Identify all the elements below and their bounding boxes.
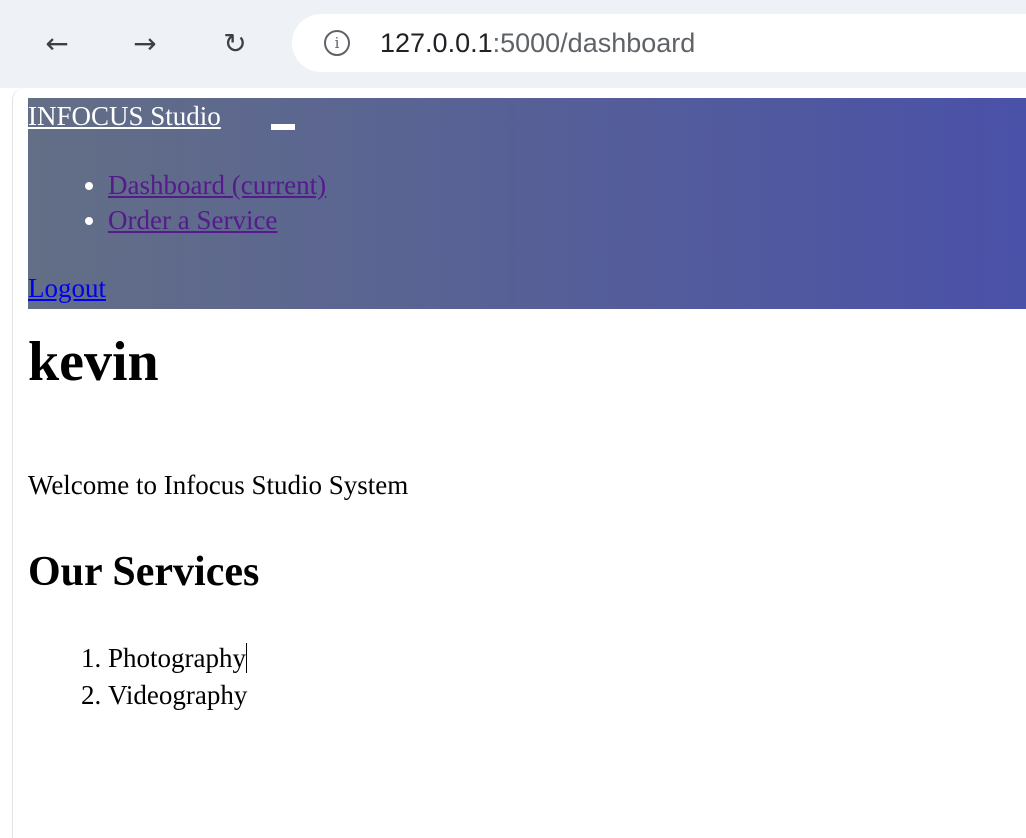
- brand-link[interactable]: INFOCUS Studio: [28, 101, 221, 132]
- text-cursor: [246, 643, 247, 673]
- service-item: Videography: [108, 677, 247, 714]
- page-title: kevin: [28, 331, 159, 393]
- services-heading: Our Services: [28, 549, 260, 595]
- order-service-link[interactable]: Order a Service: [108, 205, 277, 235]
- site-info-icon[interactable]: i: [324, 30, 350, 56]
- main-content: kevin Welcome to Infocus Studio System O…: [28, 330, 408, 710]
- service-label: Videography: [108, 680, 248, 710]
- nav-toggler-button[interactable]: [271, 124, 295, 130]
- nav-list: Dashboard (current) Order a Service: [28, 168, 326, 238]
- logout-link[interactable]: Logout: [28, 273, 106, 304]
- url-host: 127.0.0.1: [380, 27, 493, 58]
- forward-arrow-icon[interactable]: →: [120, 18, 170, 68]
- dashboard-link[interactable]: Dashboard (current): [108, 170, 326, 200]
- address-bar[interactable]: i 127.0.0.1:5000/dashboard: [292, 14, 1026, 72]
- reload-icon[interactable]: ↻: [210, 18, 260, 68]
- service-item: Photography: [108, 640, 247, 677]
- browser-toolbar: ← → ↻ i 127.0.0.1:5000/dashboard: [0, 0, 1026, 88]
- nav-item-order: Order a Service: [108, 203, 326, 238]
- nav-item-dashboard: Dashboard (current): [108, 168, 326, 203]
- service-label: Photography: [108, 643, 246, 673]
- services-list: Photography Videography: [28, 640, 247, 714]
- url-text[interactable]: 127.0.0.1:5000/dashboard: [380, 28, 695, 59]
- welcome-text: Welcome to Infocus Studio System: [28, 470, 409, 500]
- site-header: INFOCUS Studio Dashboard (current) Order…: [28, 98, 1026, 309]
- url-path: :5000/dashboard: [492, 27, 696, 58]
- back-arrow-icon[interactable]: ←: [32, 18, 82, 68]
